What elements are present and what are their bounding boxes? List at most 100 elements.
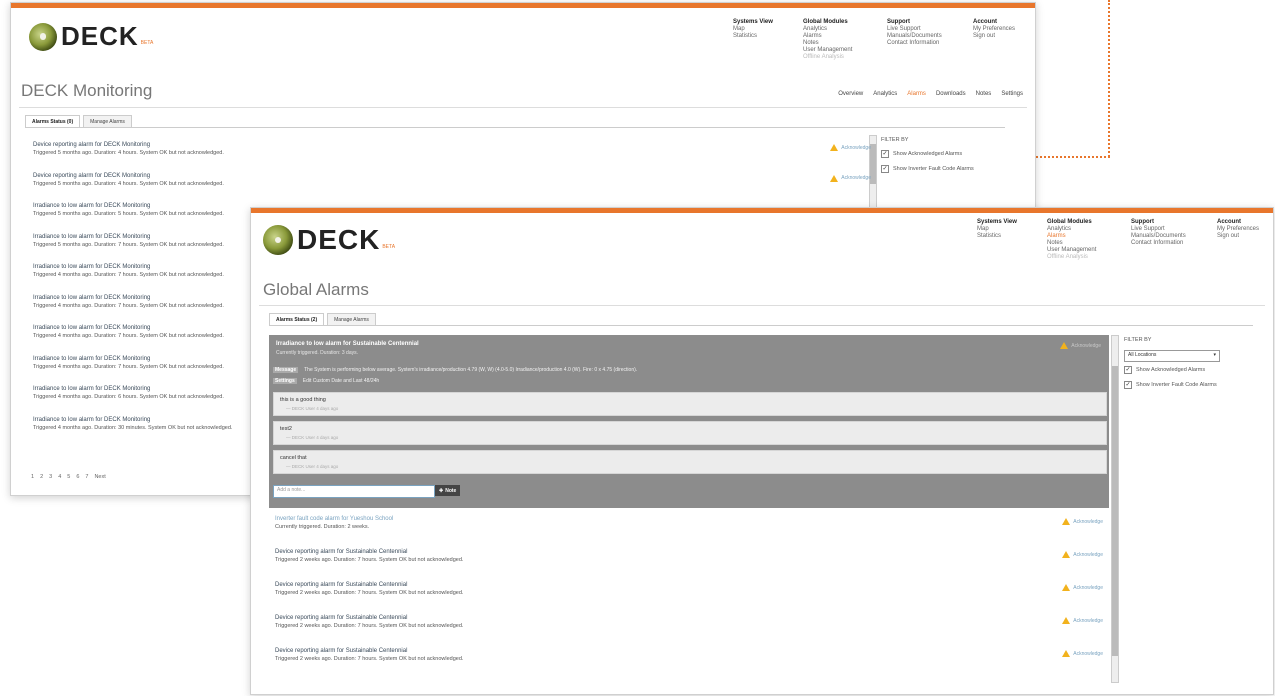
alarm-row[interactable]: Irradiance to low alarm for DECK Monitor… — [33, 233, 224, 249]
nav-link-statistics[interactable]: Statistics — [733, 33, 781, 40]
add-note-input[interactable]: Add a note... — [273, 485, 435, 498]
alarm-row[interactable]: Device reporting alarm for Sustainable C… — [275, 581, 463, 597]
alarm-title[interactable]: Device reporting alarm for DECK Monitori… — [33, 172, 224, 180]
acknowledge-link[interactable]: Acknowledge — [841, 175, 871, 181]
alarm-row[interactable]: Irradiance to low alarm for DECK Monitor… — [33, 324, 224, 340]
alarm-title[interactable]: Device reporting alarm for DECK Monitori… — [33, 141, 224, 149]
acknowledge-link[interactable]: Acknowledge — [1073, 519, 1103, 525]
alarm-title[interactable]: Irradiance to low alarm for DECK Monitor… — [33, 385, 224, 393]
acknowledge-link[interactable]: Acknowledge — [1073, 618, 1103, 624]
nav-link-preferences[interactable]: My Preferences — [1217, 226, 1269, 233]
nav-link-map[interactable]: Map — [733, 26, 781, 33]
nav-link-map[interactable]: Map — [977, 226, 1025, 233]
expanded-alarm-title[interactable]: Irradiance to low alarm for Sustainable … — [276, 341, 419, 347]
alarm-row[interactable]: Device reporting alarm for Sustainable C… — [275, 614, 463, 630]
nav-link-user-management[interactable]: User Management — [1047, 247, 1109, 254]
deck-logo[interactable]: DECK BETA — [29, 21, 153, 52]
page-link-1[interactable]: 1 — [31, 474, 34, 480]
acknowledge-action[interactable]: Acknowledge — [830, 174, 871, 182]
checkbox-show-acknowledged[interactable]: ✓ — [881, 150, 889, 158]
subnav-overview[interactable]: Overview — [838, 91, 863, 97]
nav-link-sign-out[interactable]: Sign out — [1217, 233, 1269, 240]
nav-link-user-management[interactable]: User Management — [803, 47, 865, 54]
alarm-row[interactable]: Device reporting alarm for DECK Monitori… — [33, 172, 224, 188]
page-link-4[interactable]: 4 — [58, 474, 61, 480]
page-link-2[interactable]: 2 — [40, 474, 43, 480]
nav-link-manuals[interactable]: Manuals/Documents — [887, 33, 951, 40]
top-accent-bar — [251, 208, 1273, 213]
nav-link-alarms[interactable]: Alarms — [803, 33, 865, 40]
alarm-title[interactable]: Device reporting alarm for Sustainable C… — [275, 548, 463, 556]
page-link-5[interactable]: 5 — [67, 474, 70, 480]
alarm-title[interactable]: Irradiance to low alarm for DECK Monitor… — [33, 233, 224, 241]
nav-link-notes[interactable]: Notes — [803, 40, 865, 47]
subnav-alarms[interactable]: Alarms — [907, 91, 926, 97]
nav-link-contact[interactable]: Contact Information — [1131, 240, 1195, 247]
alarm-row[interactable]: Device reporting alarm for DECK Monitori… — [33, 141, 224, 157]
checkbox-show-acknowledged[interactable]: ✓ — [1124, 366, 1132, 374]
alarm-row[interactable]: Device reporting alarm for Sustainable C… — [275, 548, 463, 564]
nav-link-preferences[interactable]: My Preferences — [973, 26, 1025, 33]
alarm-title[interactable]: Irradiance to low alarm for DECK Monitor… — [33, 324, 224, 332]
alarm-row[interactable]: Irradiance to low alarm for DECK Monitor… — [33, 263, 224, 279]
nav-link-notes[interactable]: Notes — [1047, 240, 1109, 247]
nav-link-manuals[interactable]: Manuals/Documents — [1131, 233, 1195, 240]
nav-link-contact[interactable]: Contact Information — [887, 40, 951, 47]
nav-link-analytics[interactable]: Analytics — [803, 26, 865, 33]
nav-link-live-support[interactable]: Live Support — [1131, 226, 1195, 233]
alarm-row[interactable]: Irradiance to low alarm for DECK Monitor… — [33, 416, 232, 432]
nav-link-live-support[interactable]: Live Support — [887, 26, 951, 33]
acknowledge-action[interactable]: Acknowledge — [1062, 617, 1103, 624]
alarm-title[interactable]: Irradiance to low alarm for DECK Monitor… — [33, 202, 224, 210]
nav-link-statistics[interactable]: Statistics — [977, 233, 1025, 240]
alarm-row[interactable]: Device reporting alarm for Sustainable C… — [275, 647, 463, 663]
subnav-settings[interactable]: Settings — [1001, 91, 1023, 97]
alarm-title[interactable]: Irradiance to low alarm for DECK Monitor… — [33, 416, 232, 424]
nav-link-offline-analysis[interactable]: Offline Analysis — [1047, 254, 1109, 261]
nav-link-sign-out[interactable]: Sign out — [973, 33, 1025, 40]
subnav-downloads[interactable]: Downloads — [936, 91, 966, 97]
acknowledge-link[interactable]: Acknowledge — [1073, 651, 1103, 657]
page-link-next[interactable]: Next — [94, 474, 105, 480]
page-link-7[interactable]: 7 — [85, 474, 88, 480]
alarm-row[interactable]: Inverter fault code alarm for Yueshou Sc… — [275, 515, 393, 531]
scrollbar-thumb[interactable] — [1112, 366, 1118, 656]
checkbox-show-inverter-fault[interactable]: ✓ — [881, 165, 889, 173]
subnav-analytics[interactable]: Analytics — [873, 91, 897, 97]
alarm-title[interactable]: Device reporting alarm for Sustainable C… — [275, 581, 463, 589]
alarm-title[interactable]: Device reporting alarm for Sustainable C… — [275, 614, 463, 622]
nav-link-alarms[interactable]: Alarms — [1047, 233, 1109, 240]
acknowledge-action[interactable]: Acknowledge — [830, 144, 871, 151]
alarm-title[interactable]: Device reporting alarm for Sustainable C… — [275, 647, 463, 655]
page-link-3[interactable]: 3 — [49, 474, 52, 480]
acknowledge-link[interactable]: Acknowledge — [841, 145, 871, 151]
nav-link-analytics[interactable]: Analytics — [1047, 226, 1109, 233]
alarm-title[interactable]: Inverter fault code alarm for Yueshou Sc… — [275, 515, 393, 523]
acknowledge-action[interactable]: Acknowledge — [1062, 650, 1103, 657]
subnav-notes[interactable]: Notes — [976, 91, 992, 97]
nav-link-offline-analysis[interactable]: Offline Analysis — [803, 54, 865, 61]
checkbox-show-inverter-fault[interactable]: ✓ — [1124, 381, 1132, 389]
expanded-alarm[interactable]: Irradiance to low alarm for Sustainable … — [269, 335, 1109, 508]
acknowledge-action[interactable]: Acknowledge — [1062, 551, 1103, 558]
acknowledge-link[interactable]: Acknowledge — [1071, 343, 1101, 349]
nav-heading: Global Modules — [803, 19, 848, 25]
front-list-scrollbar[interactable] — [1111, 335, 1119, 683]
add-note-button[interactable]: ✚ Note — [435, 485, 461, 496]
alarm-row[interactable]: Irradiance to low alarm for DECK Monitor… — [33, 355, 224, 371]
page-link-6[interactable]: 6 — [76, 474, 79, 480]
note-author: — DECK User 4 days ago — [286, 464, 339, 469]
deck-logo[interactable]: DECK BETA — [263, 224, 395, 256]
alarm-title[interactable]: Irradiance to low alarm for DECK Monitor… — [33, 355, 224, 363]
alarm-row[interactable]: Irradiance to low alarm for DECK Monitor… — [33, 294, 224, 310]
logo-text: DECK — [297, 224, 381, 255]
expanded-acknowledge[interactable]: Acknowledge — [1060, 342, 1101, 349]
acknowledge-link[interactable]: Acknowledge — [1073, 552, 1103, 558]
acknowledge-action[interactable]: Acknowledge — [1062, 584, 1103, 591]
alarm-title[interactable]: Irradiance to low alarm for DECK Monitor… — [33, 263, 224, 271]
acknowledge-link[interactable]: Acknowledge — [1073, 585, 1103, 591]
alarm-row[interactable]: Irradiance to low alarm for DECK Monitor… — [33, 202, 224, 218]
alarm-row[interactable]: Irradiance to low alarm for DECK Monitor… — [33, 385, 224, 401]
alarm-title[interactable]: Irradiance to low alarm for DECK Monitor… — [33, 294, 224, 302]
acknowledge-action[interactable]: Acknowledge — [1062, 518, 1103, 525]
